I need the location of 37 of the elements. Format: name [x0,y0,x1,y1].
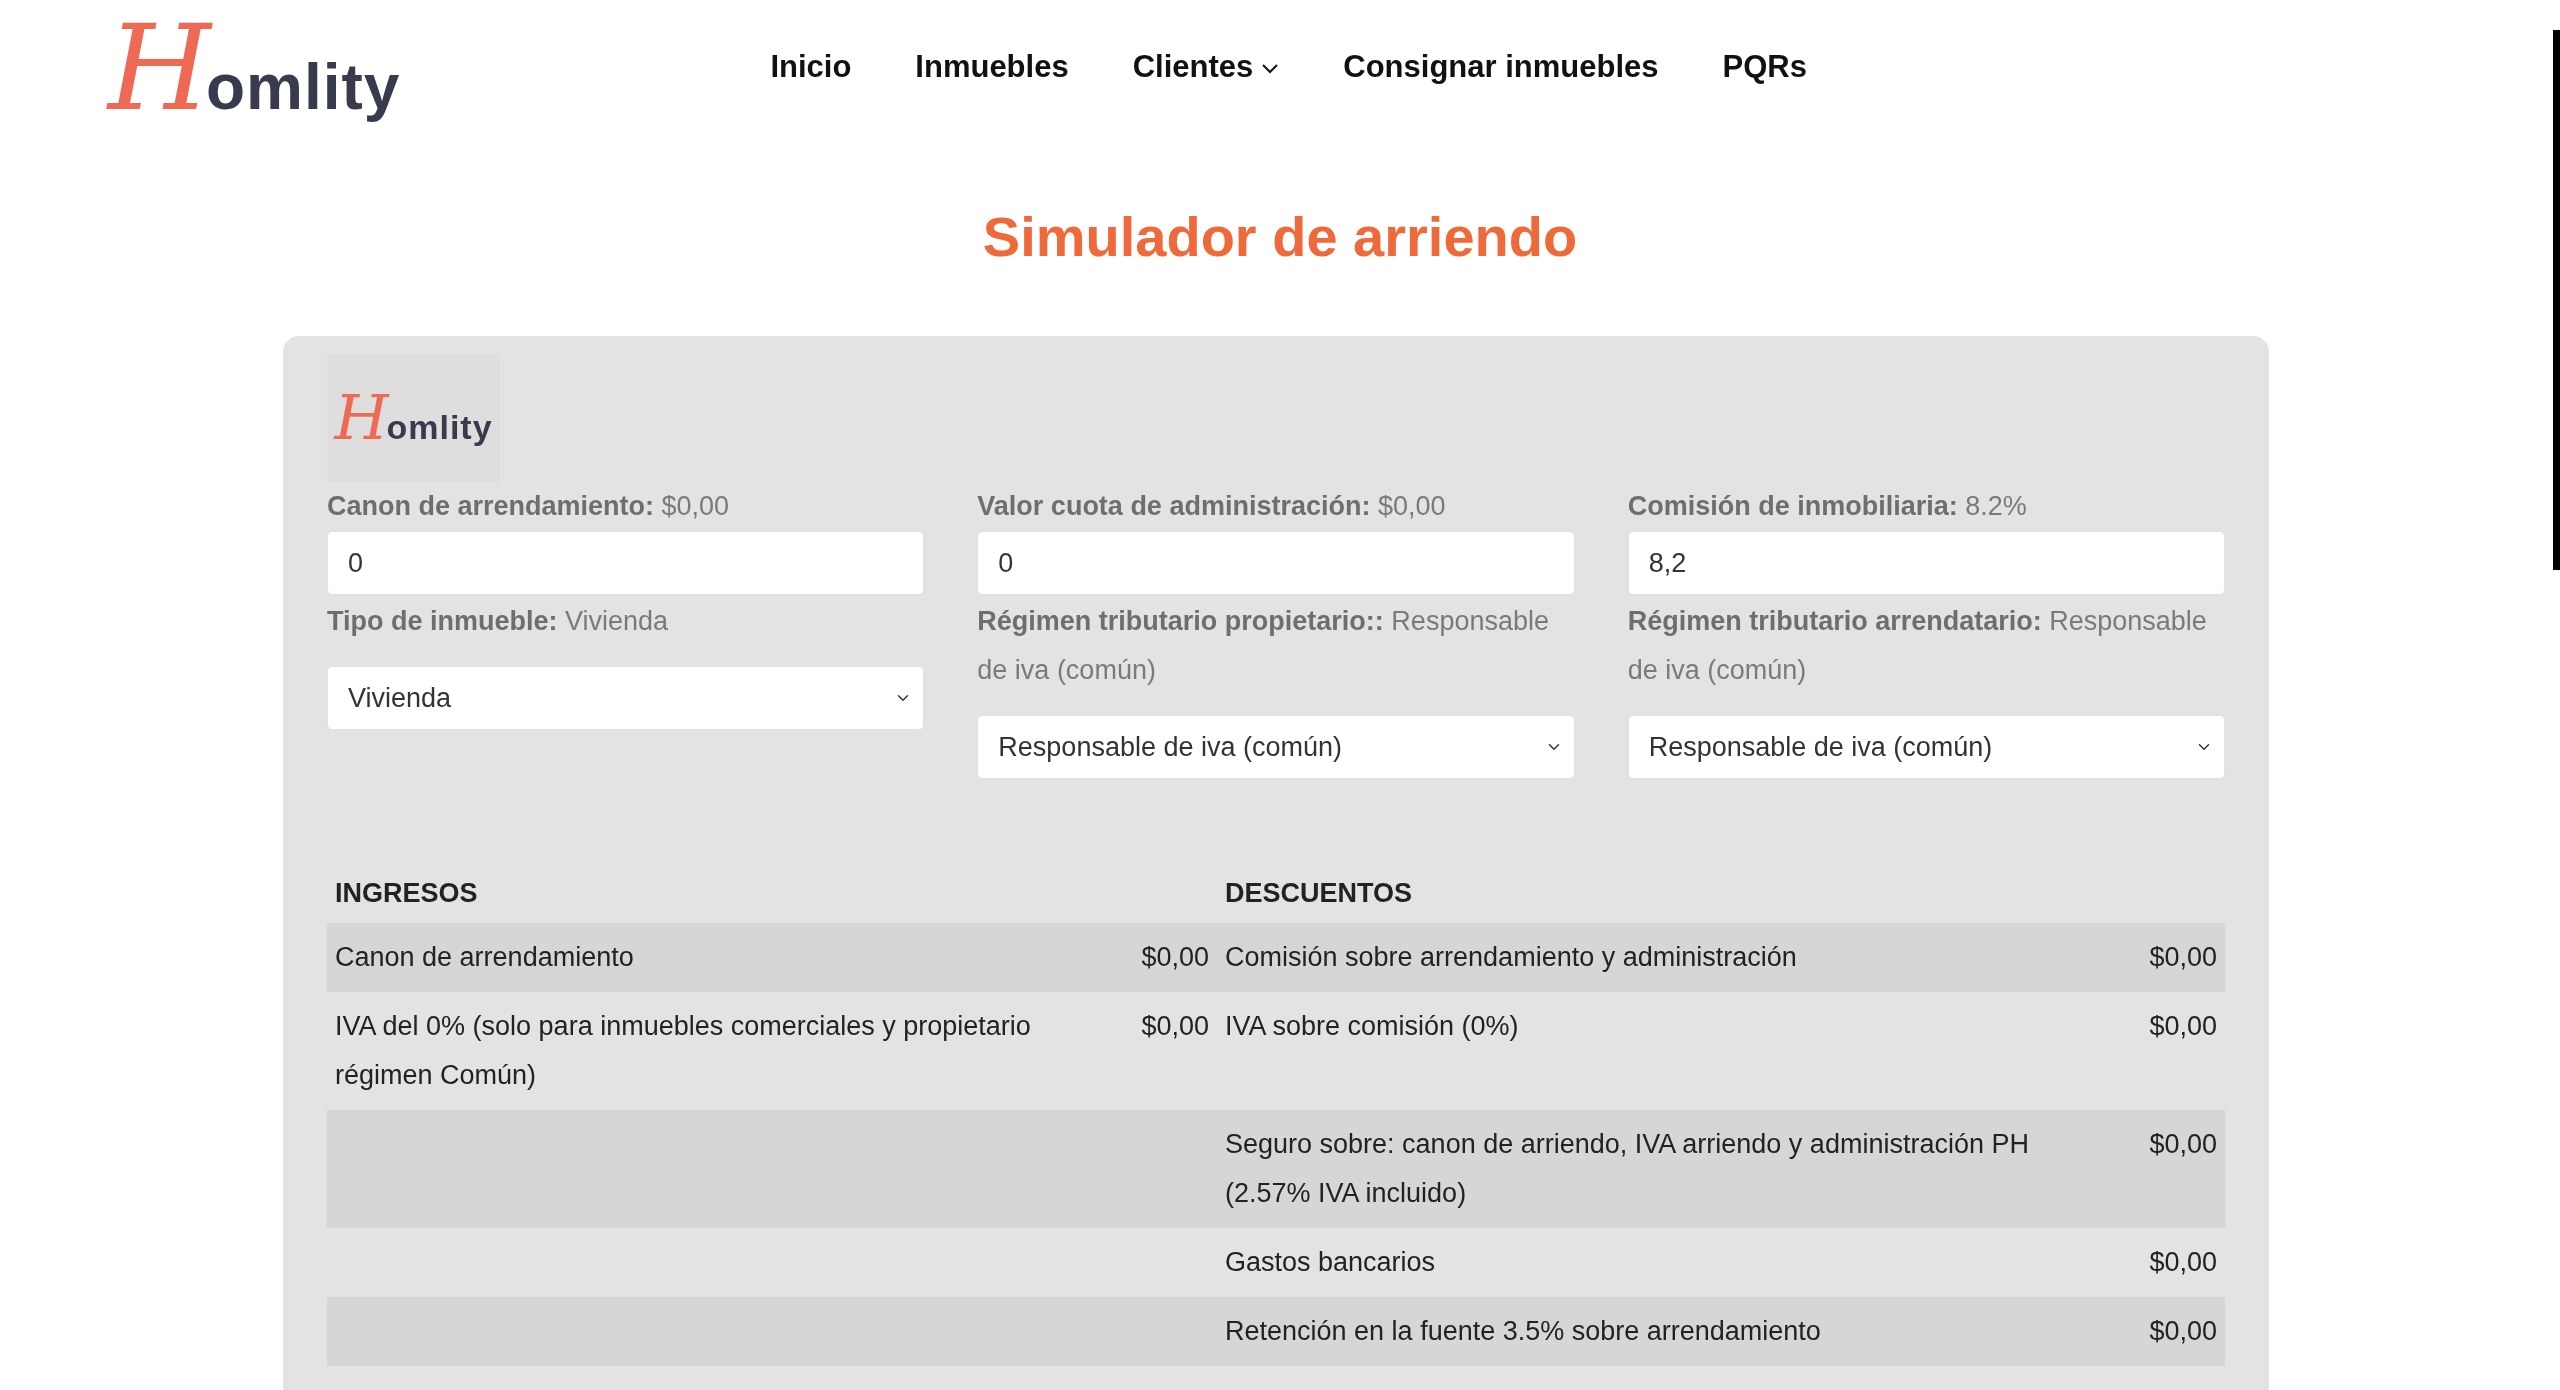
logo: Homlity [334,387,493,450]
table-cell-text: IVA del 0% (solo para inmuebles comerciales y propietario régimen Común) [334,1010,1032,1093]
column-header: INGRESOS [334,876,479,910]
logo[interactable]: Homlity [108,8,401,127]
field-label: Canon de arrendamiento: $0,00 [327,490,731,524]
table-cell-text: Gastos bancarios [1224,1246,1437,1280]
field-label: Tipo de inmueble: Vivienda [327,605,670,639]
amount-cell-text: $0,00 [1140,941,1210,975]
field-label: Régimen tributario arrendatario: Responsable de iva (común) [1627,605,2208,688]
nav-link[interactable]: Inmuebles [915,44,1069,91]
field-label: Régimen tributario propietario:: Responsable de iva (común) [977,605,1550,688]
amount-cell-text: $0,00 [2148,1246,2218,1280]
table-cell-text: Canon de arrendamiento [334,941,635,975]
table-cell-text: Seguro sobre: canon de arriendo, IVA arriendo y administración PH (2.57% IVA incluido) [1224,1128,2030,1211]
nav-link[interactable]: PQRs [1722,44,1807,91]
amount-cell-text: $0,00 [2148,1010,2218,1044]
select-field[interactable]: Vivienda [327,666,925,731]
nav-link[interactable]: Consignar inmuebles [1343,44,1659,91]
field-label: Valor cuota de administración: $0,00 [977,490,1447,524]
input-field[interactable]: 8,2 [1627,531,2225,596]
table-cell-text: IVA sobre comisión (0%) [1224,1010,1520,1044]
input-field[interactable]: 0 [327,531,925,596]
nav-link[interactable]: Clientes [1132,44,1280,91]
column-header: DESCUENTOS [1224,876,1414,910]
nav-link[interactable]: Inicio [770,44,852,91]
amount-cell-text: $0,00 [2148,941,2218,975]
select-field[interactable]: Responsable de iva (común) [1627,715,2225,780]
amount-cell-text: $0,00 [2148,1128,2218,1162]
page-title: Simulador de arriendo [981,204,1579,270]
scrollbar-thumb[interactable] [2553,30,2560,570]
table-cell-text: Comisión sobre arrendamiento y administración [1224,941,1798,975]
amount-cell-text: $0,00 [2148,1315,2218,1349]
select-field[interactable]: Responsable de iva (común) [977,715,1575,780]
amount-cell-text: $0,00 [1140,1010,1210,1044]
input-field[interactable]: 0 [977,531,1575,596]
field-label: Comisión de inmobiliaria: 8.2% [1627,490,2028,524]
table-cell-text: Retención en la fuente 3.5% sobre arrendamiento [1224,1315,1822,1349]
